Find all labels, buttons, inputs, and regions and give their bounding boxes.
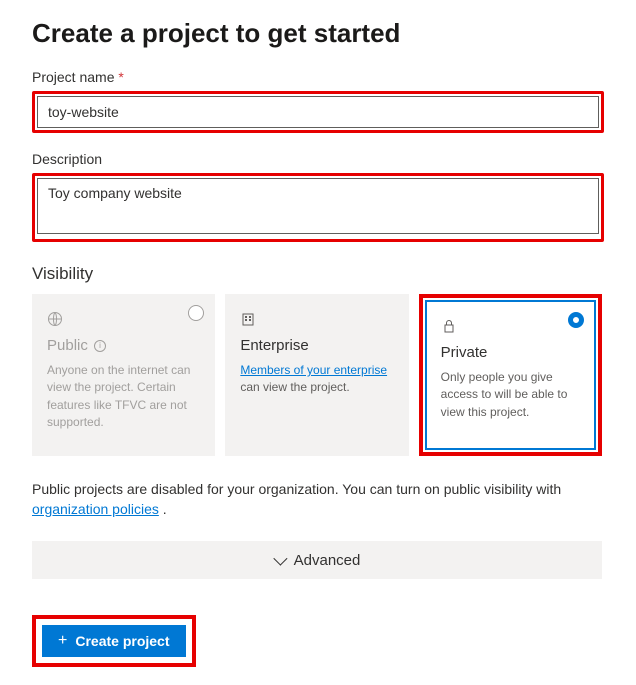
visibility-public-desc: Anyone on the internet can view the proj… [47,362,200,432]
description-label: Description [32,151,604,167]
create-button-highlight: + Create project [32,615,196,667]
create-project-button[interactable]: + Create project [42,625,186,657]
building-icon [240,311,256,327]
create-button-label: Create project [75,633,169,649]
project-name-input[interactable] [37,96,599,128]
visibility-option-public: Public i Anyone on the internet can view… [32,294,215,456]
visibility-enterprise-desc: Members of your enterprise can view the … [240,362,393,397]
visibility-private-highlight: Private Only people you give access to w… [419,294,602,456]
visibility-options: Public i Anyone on the internet can view… [32,294,602,456]
globe-icon [47,311,63,327]
project-name-highlight [32,91,604,133]
radio-public [188,305,204,321]
advanced-toggle[interactable]: Advanced [32,541,602,579]
public-disabled-note: Public projects are disabled for your or… [32,480,602,519]
chevron-down-icon [273,552,287,566]
visibility-private-title: Private [441,344,580,361]
description-highlight: Toy company website [32,173,604,242]
visibility-public-title: Public i [47,337,200,354]
organization-policies-link[interactable]: organization policies [32,501,159,517]
radio-private [568,312,584,328]
page-title: Create a project to get started [32,18,604,49]
required-indicator: * [118,69,123,85]
visibility-option-enterprise[interactable]: Enterprise Members of your enterprise ca… [225,294,408,456]
info-icon: i [94,340,106,352]
visibility-private-desc: Only people you give access to will be a… [441,369,580,421]
enterprise-members-link[interactable]: Members of your enterprise [240,363,387,377]
visibility-label: Visibility [32,264,604,284]
plus-icon: + [58,633,67,649]
advanced-label: Advanced [294,552,361,569]
visibility-option-private[interactable]: Private Only people you give access to w… [425,300,596,450]
lock-icon [441,318,457,334]
visibility-enterprise-title: Enterprise [240,337,393,354]
project-name-label: Project name * [32,69,604,85]
description-input[interactable]: Toy company website [37,178,599,234]
